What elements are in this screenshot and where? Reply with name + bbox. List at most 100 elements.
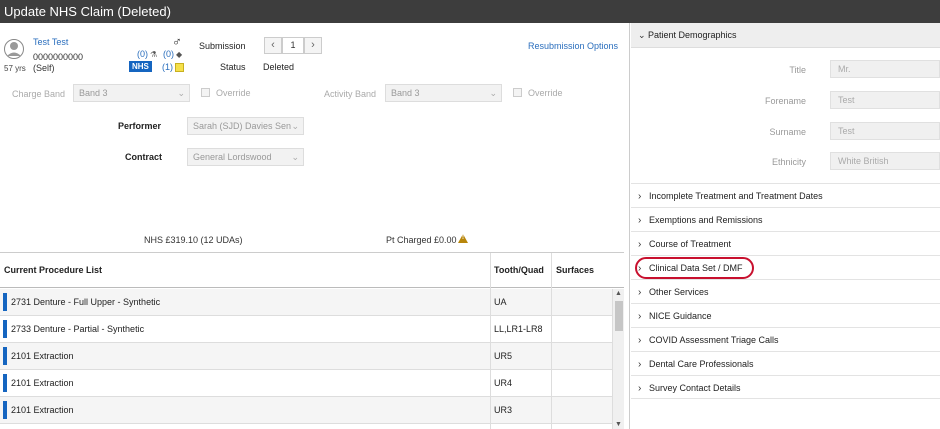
section-nice-guidance[interactable]: › NICE Guidance [631,303,940,327]
row-marker [3,293,7,311]
procedure-row[interactable]: 2101 Extraction UR5 [0,343,612,370]
count-c[interactable]: (1) [162,62,173,72]
chevron-down-icon: ⌄ [489,88,497,98]
patient-relation: (Self) [33,63,55,73]
chevron-right-icon: › [638,191,642,202]
section-exemptions[interactable]: › Exemptions and Remissions [631,207,940,231]
submission-stepper: ‹ 1 › [264,37,322,54]
row-marker [3,320,7,338]
section-label: Dental Care Professionals [649,359,754,369]
procedure-table: Current Procedure List Tooth/Quad Surfac… [0,252,624,429]
procedure-tooth: UR4 [494,378,513,388]
section-label: Exemptions and Remissions [649,215,763,225]
chevron-right-icon: › [638,287,642,298]
activity-override-checkbox[interactable] [513,88,522,97]
performer-select[interactable]: Sarah (SJD) Davies Senic ⌄ [187,117,304,135]
procedure-table-header: Current Procedure List Tooth/Quad Surfac… [0,253,624,288]
surfaces-header: Surfaces [556,265,595,275]
scroll-thumb[interactable] [615,301,623,331]
diamond-icon: ◆ [176,50,183,59]
procedure-description: 2731 Denture - Full Upper - Synthetic [11,297,161,307]
section-other-services[interactable]: › Other Services [631,279,940,303]
chevron-right-icon: › [638,311,642,322]
tooth-quad-header: Tooth/Quad [494,265,544,275]
flask-icon: ⚗ [150,50,158,59]
section-label: Incomplete Treatment and Treatment Dates [649,191,823,201]
procedure-row[interactable]: 2101 Extraction UR3 [0,397,612,424]
chevron-down-icon: ⌄ [291,152,299,162]
scroll-down-icon[interactable]: ▼ [615,421,622,428]
performer-value: Sarah (SJD) Davies Senic [193,121,298,131]
forename-label: Forename [764,96,806,106]
note-icon[interactable] [175,63,184,72]
nhs-total: NHS £319.10 (12 UDAs) [144,235,243,245]
warning-icon [458,234,468,243]
section-survey-contact[interactable]: › Survey Contact Details [631,375,940,399]
contract-value: General Lordswood [193,152,272,162]
patient-age: 57 yrs [4,64,26,73]
patient-charged-total: Pt Charged £0.00 [386,235,457,245]
status-value: Deleted [263,62,295,72]
forename-value: Test [830,91,940,109]
surname-label: Surname [769,127,806,137]
submission-label: Submission [199,41,246,51]
submission-value[interactable]: 1 [282,37,304,54]
ethnicity-label: Ethnicity [771,157,806,167]
chevron-right-icon: › [638,383,642,394]
row-marker [3,374,7,392]
procedure-description: 2733 Denture - Partial - Synthetic [11,324,145,334]
chevron-down-icon: ⌄ [291,118,299,134]
title-label: Title [789,65,806,75]
procedure-tooth: LL,LR1-LR8 [494,324,543,334]
procedure-row[interactable]: 2731 Denture - Full Upper - Synthetic UA [0,289,612,316]
column-divider [551,253,552,429]
contract-label: Contract [125,152,163,162]
section-label: COVID Assessment Triage Calls [649,335,779,345]
prev-submission-button[interactable]: ‹ [264,37,282,54]
section-incomplete-treatment[interactable]: › Incomplete Treatment and Treatment Date… [631,183,940,207]
section-label: Course of Treatment [649,239,732,249]
section-label: NICE Guidance [649,311,712,321]
title-value: Mr. [830,60,940,78]
chevron-right-icon: › [638,359,642,370]
section-label: Survey Contact Details [649,383,741,393]
performer-label: Performer [118,121,162,131]
chevron-down-icon: ⌄ [177,88,185,98]
surname-value: Test [830,122,940,140]
activity-band-select[interactable]: Band 3 ⌄ [385,84,502,102]
procedure-tooth: UA [494,297,507,307]
row-marker [3,401,7,419]
count-b[interactable]: (0) [163,49,174,59]
patient-avatar-icon [4,39,24,59]
section-course-of-treatment[interactable]: › Course of Treatment [631,231,940,255]
procedure-row[interactable]: 2733 Denture - Partial - Synthetic LL,LR… [0,316,612,343]
next-submission-button[interactable]: › [304,37,322,54]
procedure-tooth: UR3 [494,405,513,415]
procedure-scrollbar[interactable]: ▲ ▼ [612,289,624,429]
procedure-tooth: UR5 [494,351,513,361]
row-marker [3,347,7,365]
chevron-right-icon: › [638,239,642,250]
column-divider [490,253,491,429]
nhs-badge: NHS [129,61,152,72]
procedure-list-header: Current Procedure List [4,265,103,275]
section-label: Other Services [649,287,709,297]
patient-name-link[interactable]: Test Test [33,37,68,47]
procedure-description: 2101 Extraction [11,351,74,361]
patient-number: 0000000000 [33,52,84,62]
patient-demographics-header[interactable]: ⌄ Patient Demographics [631,23,940,48]
chevron-right-icon: › [638,335,642,346]
demographics-title: Patient Demographics [648,30,737,40]
count-a[interactable]: (0) [137,49,148,59]
procedure-row[interactable]: 2101 Extraction UR4 [0,370,612,397]
scroll-up-icon[interactable]: ▲ [615,290,622,297]
resubmission-options-link[interactable]: Resubmission Options [528,41,618,51]
section-dental-care-professionals[interactable]: › Dental Care Professionals [631,351,940,375]
charge-band-value: Band 3 [79,88,108,98]
section-covid-triage[interactable]: › COVID Assessment Triage Calls [631,327,940,351]
window-title: Update NHS Claim (Deleted) [0,0,940,23]
status-label: Status [220,62,246,72]
contract-select[interactable]: General Lordswood ⌄ [187,148,304,166]
charge-override-checkbox[interactable] [201,88,210,97]
charge-band-select[interactable]: Band 3 ⌄ [73,84,190,102]
